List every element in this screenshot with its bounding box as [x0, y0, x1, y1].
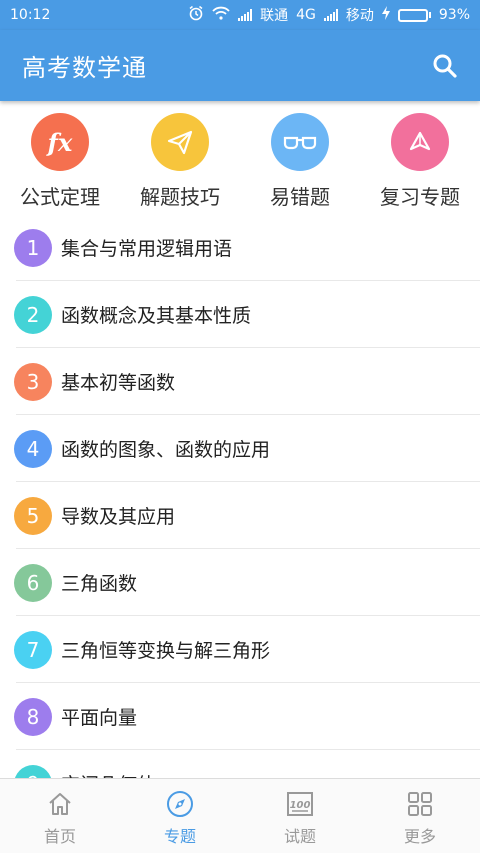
- tab-topics[interactable]: 专题: [120, 779, 240, 853]
- wifi-icon: [212, 6, 230, 24]
- carrier-2: 移动: [345, 8, 374, 24]
- topic-title: 集合与常用逻辑用语: [61, 238, 233, 260]
- glasses-icon: [271, 113, 329, 171]
- topic-title: 空间几何体: [61, 770, 156, 778]
- tab-label: 专题: [163, 827, 196, 846]
- topic-number-badge: 9: [14, 764, 52, 778]
- tab-more[interactable]: 更多: [360, 779, 480, 853]
- topic-title: 基本初等函数: [61, 372, 176, 394]
- tab-label: 更多: [403, 827, 436, 846]
- battery-icon: [397, 8, 431, 22]
- topic-number-badge: 7: [14, 630, 52, 669]
- battery-percent: 93%: [438, 7, 470, 23]
- signal-icon-2: [323, 9, 338, 21]
- topic-item-8[interactable]: 8 平面向量: [0, 683, 480, 750]
- category-label: 复习专题: [380, 185, 460, 209]
- tab-exams[interactable]: 100 试题: [240, 779, 360, 853]
- signal-icon: [238, 9, 253, 21]
- charging-icon: [381, 6, 390, 24]
- app-title: 高考数学通: [22, 54, 147, 82]
- topic-item-6[interactable]: 6 三角函数: [0, 549, 480, 616]
- app-bar: 高考数学通: [0, 30, 480, 101]
- paper-plane-icon: [151, 113, 209, 171]
- carrier-1: 联通: [260, 8, 289, 24]
- category-formulas[interactable]: fx 公式定理: [0, 101, 120, 218]
- topic-item-3[interactable]: 3 基本初等函数: [0, 348, 480, 415]
- topic-number-badge: 1: [14, 228, 52, 267]
- status-time: 10:12: [10, 7, 51, 23]
- exam-paper-icon: 100: [285, 789, 315, 819]
- topic-number-badge: 8: [14, 697, 52, 736]
- topic-number-badge: 2: [14, 295, 52, 334]
- category-label: 易错题: [270, 185, 330, 209]
- category-review[interactable]: 复习专题: [360, 101, 480, 218]
- tab-label: 试题: [283, 827, 316, 846]
- topic-item-9[interactable]: 9 空间几何体: [0, 750, 480, 778]
- topic-title: 三角函数: [61, 573, 138, 595]
- topic-number-badge: 6: [14, 563, 52, 602]
- topic-list[interactable]: 1 集合与常用逻辑用语 2 函数概念及其基本性质 3 基本初等函数 4 函数的图…: [0, 214, 480, 778]
- topic-item-5[interactable]: 5 导数及其应用: [0, 482, 480, 549]
- category-mistakes[interactable]: 易错题: [240, 101, 360, 218]
- status-bar: 10:12 联通 4G 移动 93%: [0, 0, 480, 30]
- status-indicators: 联通 4G 移动 93%: [188, 5, 470, 25]
- compass-icon: [165, 789, 195, 819]
- quick-categories: fx 公式定理 解题技巧 易错题 复习专题: [0, 101, 480, 218]
- topic-title: 函数概念及其基本性质: [61, 305, 252, 327]
- topic-number-badge: 3: [14, 362, 52, 401]
- topic-title: 三角恒等变换与解三角形: [61, 640, 271, 662]
- tab-label: 首页: [43, 827, 76, 846]
- grid-icon: [405, 789, 435, 819]
- topic-item-4[interactable]: 4 函数的图象、函数的应用: [0, 415, 480, 482]
- topic-title: 导数及其应用: [61, 506, 176, 528]
- alarm-icon: [188, 5, 204, 25]
- category-label: 公式定理: [20, 185, 100, 209]
- category-label: 解题技巧: [140, 185, 220, 209]
- search-icon: [433, 54, 457, 78]
- home-icon: [45, 789, 75, 819]
- tab-home[interactable]: 首页: [0, 779, 120, 853]
- topic-item-2[interactable]: 2 函数概念及其基本性质: [0, 281, 480, 348]
- topic-title: 函数的图象、函数的应用: [61, 439, 271, 461]
- svg-text:100: 100: [290, 800, 311, 811]
- topic-item-7[interactable]: 7 三角恒等变换与解三角形: [0, 616, 480, 683]
- topic-number-badge: 4: [14, 429, 52, 468]
- cursor-icon: [391, 113, 449, 171]
- search-button[interactable]: [430, 51, 460, 81]
- network-type: 4G: [296, 7, 316, 23]
- formula-icon: fx: [31, 113, 89, 171]
- topic-number-badge: 5: [14, 496, 52, 535]
- topic-item-1[interactable]: 1 集合与常用逻辑用语: [0, 214, 480, 281]
- category-tips[interactable]: 解题技巧: [120, 101, 240, 218]
- topic-title: 平面向量: [61, 707, 138, 729]
- bottom-tab-bar: 首页 专题 100 试题 更多: [0, 778, 480, 853]
